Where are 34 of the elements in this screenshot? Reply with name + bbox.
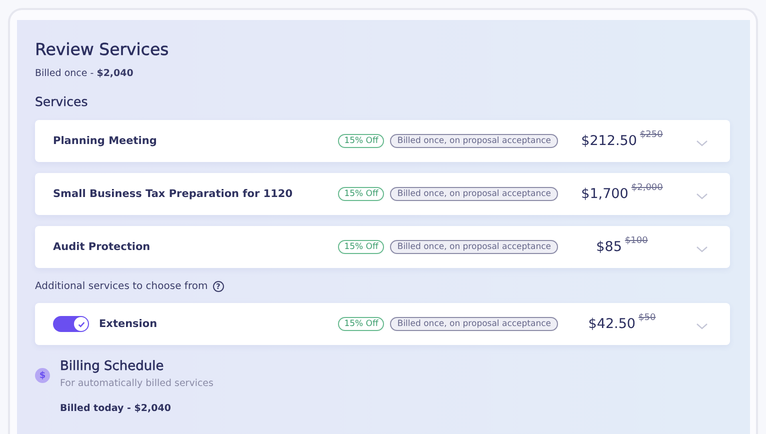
discount-tag: 15% Off — [338, 317, 384, 331]
service-name: Small Business Tax Preparation for 1120 — [53, 188, 294, 200]
page-title: Review Services — [35, 40, 170, 59]
price: $1,700 — [581, 186, 628, 202]
chevron-down-icon[interactable] — [696, 140, 708, 146]
discount-tag: 15% Off — [338, 187, 384, 201]
service-name: Extension — [99, 318, 158, 330]
price: $212.50 — [581, 133, 637, 149]
billing-tag: Billed once, on proposal acceptance — [390, 134, 558, 148]
original-price: $50 — [638, 313, 656, 323]
dollar-icon: $ — [35, 368, 50, 383]
billed-today-text: Billed today - $2,040 — [60, 403, 172, 414]
chevron-down-icon[interactable] — [696, 192, 708, 200]
section-label: Additional services to choose from — [35, 281, 208, 292]
check-icon — [76, 320, 86, 328]
price: $85 — [596, 239, 622, 255]
section-title: Billing Schedule — [60, 359, 165, 374]
original-price: $100 — [624, 236, 648, 246]
chevron-down-icon[interactable] — [696, 322, 708, 330]
service-name: Planning Meeting — [53, 135, 158, 147]
chevron-down-icon[interactable] — [696, 246, 708, 252]
section-heading: Services — [35, 94, 89, 109]
billing-tag: Billed once, on proposal acceptance — [390, 187, 558, 201]
discount-tag: 15% Off — [338, 240, 384, 254]
billing-tag: Billed once, on proposal acceptance — [390, 317, 558, 331]
discount-tag: 15% Off — [338, 134, 384, 148]
price: $42.50 — [588, 316, 636, 332]
original-price: $2,000 — [631, 183, 663, 193]
original-price: $250 — [640, 130, 663, 140]
billing-tag: Billed once, on proposal acceptance — [390, 240, 558, 254]
billing-summary: Billed once - $2,040 — [35, 68, 134, 79]
section-subtitle: For automatically billed services — [60, 378, 214, 389]
toggle-switch[interactable] — [53, 316, 89, 332]
service-name: Audit Protection — [53, 241, 152, 253]
